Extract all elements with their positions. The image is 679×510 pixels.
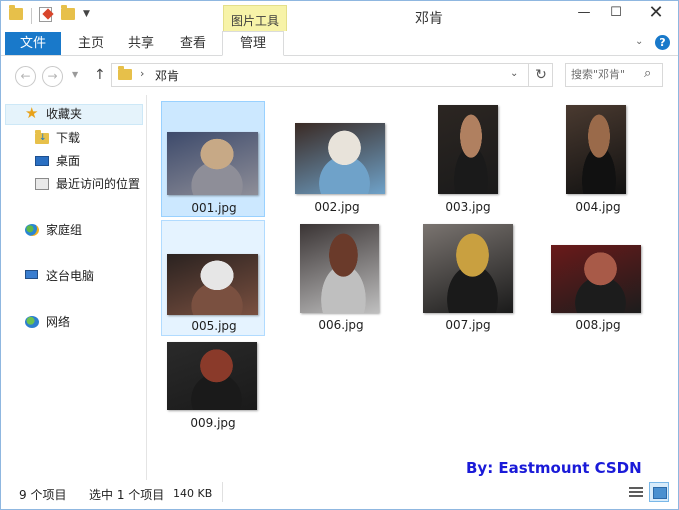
file-name: 006.jpg [318, 318, 364, 332]
back-button[interactable]: ← [15, 66, 36, 87]
file-name: 008.jpg [575, 318, 621, 332]
nav-label: 下载 [56, 131, 81, 145]
file-tile[interactable]: 006.jpg [289, 220, 393, 336]
file-name: 002.jpg [314, 200, 360, 214]
nav-label: 收藏夹 [46, 107, 83, 121]
up-button[interactable]: ↑ [94, 67, 106, 83]
nav-label: 最近访问的位置 [56, 177, 141, 191]
network-icon [25, 316, 39, 328]
properties-icon[interactable] [39, 7, 54, 22]
forward-button[interactable]: → [42, 66, 63, 87]
item-count: 9 个项目 [19, 488, 67, 502]
tab-manage[interactable]: 管理 [222, 31, 284, 56]
maximize-button[interactable]: ☐ [601, 2, 631, 24]
chevron-down-icon[interactable]: ⌄ [635, 36, 643, 47]
file-tile[interactable]: 002.jpg [285, 101, 389, 217]
file-tile[interactable]: 008.jpg [546, 220, 650, 336]
quick-access-divider [31, 8, 32, 24]
recent-places-icon [35, 178, 49, 190]
tab-home[interactable]: 主页 [73, 32, 109, 55]
status-bar: 9 个项目 选中 1 个项目 140 KB [1, 480, 678, 508]
image-thumbnail [167, 254, 258, 315]
minimize-button[interactable]: — [569, 2, 599, 24]
details-view-icon[interactable] [628, 484, 644, 500]
file-tile[interactable]: 001.jpg [161, 101, 265, 217]
nav-label: 网络 [46, 315, 71, 329]
nav-label: 家庭组 [46, 223, 83, 237]
nav-label: 桌面 [56, 154, 81, 168]
contextual-tab-group-label: 图片工具 [230, 14, 279, 28]
file-name: 005.jpg [191, 319, 237, 333]
image-thumbnail [438, 105, 498, 194]
star-icon: ★ [25, 104, 39, 122]
contextual-tab-group: 图片工具 [223, 5, 287, 31]
search-box[interactable]: ⌕ [565, 63, 663, 87]
address-bar[interactable]: › 邓肯 ⌄ ↻ [111, 63, 553, 87]
recent-locations-icon[interactable]: ▼ [72, 70, 78, 79]
computer-icon [25, 270, 38, 279]
file-tile[interactable]: 007.jpg [416, 220, 520, 336]
folder-icon[interactable] [9, 5, 23, 20]
breadcrumb-item[interactable]: 邓肯 [155, 67, 179, 84]
file-tile[interactable]: 005.jpg [161, 220, 265, 336]
file-name: 009.jpg [190, 416, 236, 430]
image-thumbnail [551, 245, 641, 313]
help-icon[interactable]: ? [655, 35, 670, 50]
tab-view[interactable]: 查看 [175, 32, 211, 55]
homegroup-icon [25, 224, 39, 236]
watermark-text: By: Eastmount CSDN [466, 459, 642, 477]
status-divider [222, 482, 223, 502]
selection-count: 选中 1 个项目 [89, 488, 165, 502]
file-name: 001.jpg [191, 201, 237, 215]
image-thumbnail [295, 123, 385, 194]
close-button[interactable]: ✕ [633, 2, 679, 24]
file-tile[interactable]: 003.jpg [416, 101, 520, 217]
pane-divider[interactable] [146, 95, 147, 480]
search-input[interactable] [567, 65, 643, 83]
new-folder-icon[interactable] [61, 5, 75, 20]
image-thumbnail [167, 342, 257, 410]
breadcrumb-separator[interactable]: › [140, 67, 144, 80]
folder-icon [118, 66, 132, 80]
customize-quick-access-icon[interactable]: ▼ [83, 9, 90, 19]
search-icon[interactable]: ⌕ [644, 66, 651, 81]
selection-size: 140 KB [173, 487, 213, 500]
tab-file[interactable]: 文件 [5, 32, 61, 55]
image-thumbnail [300, 224, 379, 313]
download-folder-icon: ↓ [35, 130, 49, 144]
file-name: 007.jpg [445, 318, 491, 332]
refresh-icon[interactable]: ↻ [528, 64, 553, 86]
tab-share[interactable]: 共享 [123, 32, 159, 55]
image-thumbnail [167, 132, 258, 195]
window-title: 邓肯 [415, 11, 443, 27]
chevron-down-icon[interactable]: ⌄ [510, 68, 518, 79]
file-tile[interactable]: 004.jpg [546, 101, 650, 217]
file-name: 004.jpg [575, 200, 621, 214]
image-thumbnail [423, 224, 513, 313]
file-tile[interactable]: 009.jpg [161, 338, 265, 454]
title-bar: ▼ 图片工具 邓肯 — ☐ ✕ [1, 1, 678, 31]
image-thumbnail [566, 105, 626, 194]
desktop-icon [35, 156, 49, 166]
ribbon-tabs: 文件 主页 共享 查看 管理 ⌄ ? [1, 31, 678, 56]
large-icons-view-icon[interactable] [649, 482, 669, 502]
nav-label: 这台电脑 [46, 269, 95, 283]
file-name: 003.jpg [445, 200, 491, 214]
